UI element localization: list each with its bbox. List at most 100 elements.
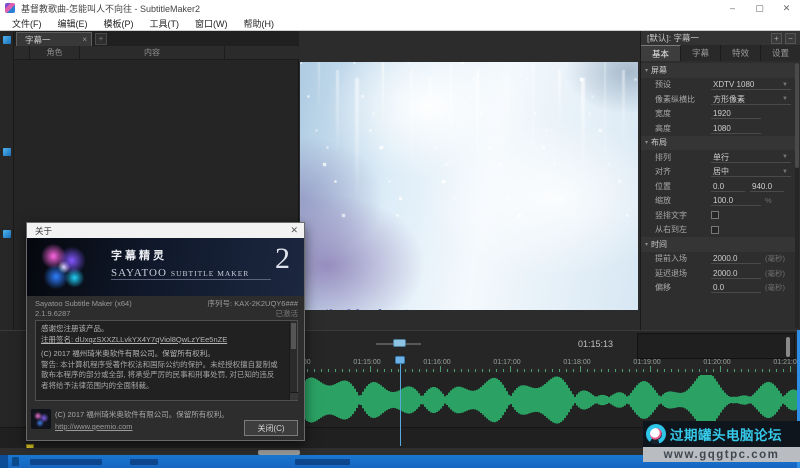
menu-edit[interactable]: 编辑(E) bbox=[50, 17, 96, 30]
properties-rows: ▾屏幕预设XDTV 1080▼像素纵横比方形像素▼宽度1920高度1080▾布局… bbox=[641, 63, 796, 295]
ruler-tick bbox=[419, 369, 420, 372]
ruler-tick bbox=[398, 369, 399, 372]
ruler-tick bbox=[678, 369, 679, 372]
title-bar: 基督教歌曲-怎能叫人不向往 - SubtitleMaker2 – ▢ ✕ bbox=[0, 0, 800, 16]
light-streak bbox=[581, 78, 585, 175]
prop-row-height: 高度1080 bbox=[641, 121, 796, 136]
properties-panel: [默认]: 字幕一 + − 基本字幕特效设置 ▾屏幕预设XDTV 1080▼像素… bbox=[640, 31, 800, 330]
timeline-zoom-slider[interactable] bbox=[393, 339, 406, 347]
menu-file[interactable]: 文件(F) bbox=[4, 17, 50, 30]
karaoke-lyric-line1: 是我的家乡 bbox=[300, 305, 420, 310]
prop-label: 从右到左 bbox=[641, 224, 711, 235]
position-input-x[interactable]: 0.0 bbox=[711, 181, 745, 192]
prop-label: 缩放 bbox=[641, 195, 711, 206]
properties-tab-settings[interactable]: 设置 bbox=[761, 45, 800, 61]
list-header-role[interactable]: 角色 bbox=[30, 46, 80, 59]
version-numeral: 2 bbox=[275, 242, 290, 276]
menu-help[interactable]: 帮助(H) bbox=[236, 17, 283, 30]
ruler-tick bbox=[601, 369, 602, 372]
audio-waveform[interactable] bbox=[300, 373, 800, 427]
ruler-tick bbox=[587, 369, 588, 372]
properties-scrollbar[interactable] bbox=[795, 63, 799, 328]
height-input[interactable]: 1080 bbox=[711, 123, 761, 134]
app-window: 基督教歌曲-怎能叫人不向往 - SubtitleMaker2 – ▢ ✕ 文件(… bbox=[0, 0, 800, 468]
time-ruler[interactable]: 01:14:0001:15:0001:16:0001:17:0001:18:00… bbox=[300, 357, 800, 373]
registration-signature: 注册签名: dUxqzSXXZLLvkYX4Y7qViol8QwLzYEe5nZ… bbox=[41, 335, 281, 346]
close-button[interactable]: ✕ bbox=[773, 0, 800, 16]
light-streak bbox=[532, 62, 534, 175]
light-streak bbox=[450, 62, 452, 154]
position-input-y[interactable]: 940.0 bbox=[750, 181, 784, 192]
menu-template[interactable]: 模板(P) bbox=[96, 17, 142, 30]
arrange-dropdown[interactable]: 单行 bbox=[711, 152, 791, 163]
section-collapse-icon[interactable]: ▾ bbox=[645, 67, 648, 74]
remove-style-button[interactable]: − bbox=[785, 33, 796, 44]
ruler-tick bbox=[342, 369, 343, 372]
status-user-icon bbox=[12, 457, 19, 466]
ruler-tick bbox=[321, 369, 322, 372]
menu-tools[interactable]: 工具(T) bbox=[142, 17, 188, 30]
ruler-tick bbox=[363, 369, 364, 372]
add-style-button[interactable]: + bbox=[771, 33, 782, 44]
prop-label: 延迟退场 bbox=[641, 268, 711, 279]
panel-icon[interactable] bbox=[3, 36, 11, 44]
ruler-tick bbox=[531, 369, 532, 372]
ruler-tick bbox=[699, 369, 700, 372]
properties-tab-effects[interactable]: 特效 bbox=[721, 45, 761, 61]
align-dropdown[interactable]: 居中 bbox=[711, 166, 791, 177]
ruler-tick bbox=[790, 366, 791, 372]
side-panel-scrollbar[interactable] bbox=[786, 337, 790, 357]
list-header-index bbox=[14, 46, 30, 59]
brand-sayatoo: SAYATOO bbox=[111, 267, 167, 279]
chevron-down-icon[interactable]: ▼ bbox=[782, 154, 788, 160]
section-collapse-icon[interactable]: ▾ bbox=[645, 241, 648, 248]
ruler-tick bbox=[755, 369, 756, 372]
width-input[interactable]: 1920 bbox=[711, 108, 761, 119]
scale-input[interactable]: 100.0 bbox=[711, 195, 761, 206]
properties-tab-subtitle[interactable]: 字幕 bbox=[681, 45, 721, 61]
ruler-tick bbox=[433, 369, 434, 372]
preset-dropdown[interactable]: XDTV 1080 bbox=[711, 79, 791, 90]
panel-icon[interactable] bbox=[3, 230, 11, 238]
light-streak bbox=[558, 70, 561, 130]
pixel-ratio-dropdown[interactable]: 方形像素 bbox=[711, 94, 791, 105]
chevron-down-icon[interactable]: ▼ bbox=[782, 82, 788, 88]
minimize-button[interactable]: – bbox=[719, 0, 746, 16]
vertical-text-checkbox[interactable] bbox=[711, 211, 719, 219]
ruler-tick bbox=[552, 369, 553, 372]
subtitle-tab-bar: 字幕一 × + bbox=[14, 31, 299, 46]
ruler-tick bbox=[391, 369, 392, 372]
fade-out-input[interactable]: 2000.0 bbox=[711, 268, 761, 279]
ruler-tick bbox=[706, 369, 707, 372]
chevron-down-icon[interactable]: ▼ bbox=[782, 169, 788, 175]
menu-window[interactable]: 窗口(W) bbox=[187, 17, 236, 30]
license-scrollbar[interactable] bbox=[289, 321, 297, 400]
ruler-tick bbox=[475, 369, 476, 372]
ruler-tick bbox=[440, 366, 441, 372]
ruler-tick bbox=[559, 369, 560, 372]
add-tab-button[interactable]: + bbox=[95, 33, 107, 45]
tab-subtitle-track[interactable]: 字幕一 × bbox=[16, 32, 92, 46]
maximize-button[interactable]: ▢ bbox=[746, 0, 773, 16]
ruler-tick bbox=[636, 369, 637, 372]
dialog-close-button[interactable]: 关闭(C) bbox=[244, 420, 298, 436]
dialog-close-icon[interactable]: ✕ bbox=[290, 225, 298, 236]
fade-in-input[interactable]: 2000.0 bbox=[711, 253, 761, 264]
ruler-tick bbox=[671, 369, 672, 372]
ruler-tick bbox=[314, 369, 315, 372]
list-header-content[interactable]: 内容 bbox=[80, 46, 225, 59]
offset-input[interactable]: 0.0 bbox=[711, 282, 761, 293]
chevron-down-icon[interactable]: ▼ bbox=[782, 96, 788, 102]
properties-tab-basic[interactable]: 基本 bbox=[641, 45, 681, 61]
playhead-handle[interactable] bbox=[395, 356, 405, 364]
watermark-url: www.gqgtpc.com bbox=[664, 449, 780, 461]
menu-bar: 文件(F)编辑(E)模板(P)工具(T)窗口(W)帮助(H) bbox=[0, 16, 800, 31]
ruler-tick bbox=[524, 369, 525, 372]
prop-label: 高度 bbox=[641, 123, 711, 134]
website-link[interactable]: http://www.qeemio.com bbox=[55, 422, 133, 431]
ruler-tick bbox=[517, 369, 518, 372]
panel-icon[interactable] bbox=[3, 148, 11, 156]
tab-close-icon[interactable]: × bbox=[82, 35, 87, 44]
right-to-left-checkbox[interactable] bbox=[711, 226, 719, 234]
section-collapse-icon[interactable]: ▾ bbox=[645, 139, 648, 146]
